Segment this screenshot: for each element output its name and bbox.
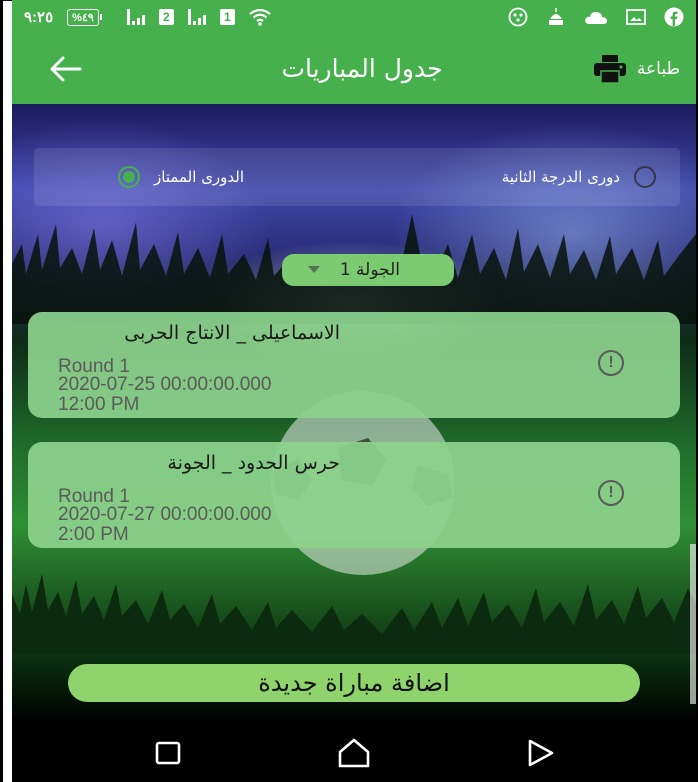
status-bar-left: ٩:٢٥ %٤٩ 2 1 bbox=[24, 0, 271, 34]
match-title: حرس الحدود _ الجونة bbox=[167, 452, 340, 474]
match-time: 12:00 PM bbox=[58, 394, 140, 415]
back-triangle-icon[interactable] bbox=[520, 736, 560, 770]
scroll-edge-decoration bbox=[690, 544, 696, 704]
mosque-icon bbox=[549, 8, 563, 25]
sim-1-badge: 1 bbox=[219, 9, 235, 25]
wifi-icon bbox=[249, 8, 271, 26]
system-nav-bar bbox=[12, 722, 696, 782]
match-card[interactable]: الاسماعيلى _ الانتاج الحربى Round 1 2020… bbox=[28, 312, 680, 418]
page-title: جدول المباريات bbox=[281, 54, 443, 83]
radio-premier-league[interactable]: الدورى الممتاز bbox=[118, 148, 244, 206]
recent-apps-icon[interactable] bbox=[148, 736, 188, 770]
cloud-icon bbox=[585, 11, 607, 24]
app-bar: جدول المباريات طباعة bbox=[12, 34, 696, 104]
facebook-icon bbox=[664, 7, 684, 27]
radio-second-division-label: دورى الدرجة الثانية bbox=[501, 168, 620, 186]
info-icon[interactable]: ! bbox=[598, 350, 624, 376]
round-dropdown[interactable]: الجولة 1 bbox=[282, 254, 454, 286]
radio-premier-league-label: الدورى الممتاز bbox=[154, 168, 245, 186]
game-icon bbox=[508, 7, 528, 27]
status-bar: ٩:٢٥ %٤٩ 2 1 bbox=[12, 0, 696, 34]
battery-indicator: %٤٩ bbox=[67, 8, 102, 26]
chevron-down-icon bbox=[308, 266, 320, 273]
round-dropdown-value: الجولة 1 bbox=[339, 260, 400, 280]
add-match-button[interactable]: اضافة مباراة جديدة bbox=[68, 664, 640, 702]
radio-second-division-circle[interactable] bbox=[634, 166, 656, 188]
signal-icon bbox=[187, 9, 206, 25]
sim-2-badge: 2 bbox=[158, 9, 174, 25]
info-icon[interactable]: ! bbox=[598, 480, 624, 506]
status-time: ٩:٢٥ bbox=[24, 9, 54, 26]
league-selector: دورى الدرجة الثانية الدورى الممتاز bbox=[34, 148, 680, 206]
match-title: الاسماعيلى _ الانتاج الحربى bbox=[124, 322, 340, 344]
match-date: 2020-07-25 00:00:00.000 bbox=[58, 374, 272, 395]
radio-second-division[interactable]: دورى الدرجة الثانية bbox=[502, 148, 656, 206]
printer-icon bbox=[593, 55, 626, 84]
match-date: 2020-07-27 00:00:00.000 bbox=[58, 504, 272, 525]
match-card[interactable]: حرس الحدود _ الجونة Round 1 2020-07-27 0… bbox=[28, 442, 680, 548]
match-time: 2:00 PM bbox=[58, 524, 129, 545]
status-bar-right bbox=[508, 0, 684, 34]
radio-premier-league-circle[interactable] bbox=[118, 166, 140, 188]
print-button[interactable]: طباعة bbox=[593, 50, 680, 88]
home-icon[interactable] bbox=[334, 736, 374, 770]
back-arrow-icon[interactable] bbox=[48, 54, 82, 84]
print-label: طباعة bbox=[636, 59, 680, 79]
phone-screen: ٩:٢٥ %٤٩ 2 1 جدول المباريات طباعة دورى ا… bbox=[12, 0, 696, 782]
content-area: دورى الدرجة الثانية الدورى الممتاز الجول… bbox=[12, 104, 696, 722]
signal-icon bbox=[126, 9, 145, 25]
gallery-icon bbox=[626, 9, 646, 25]
